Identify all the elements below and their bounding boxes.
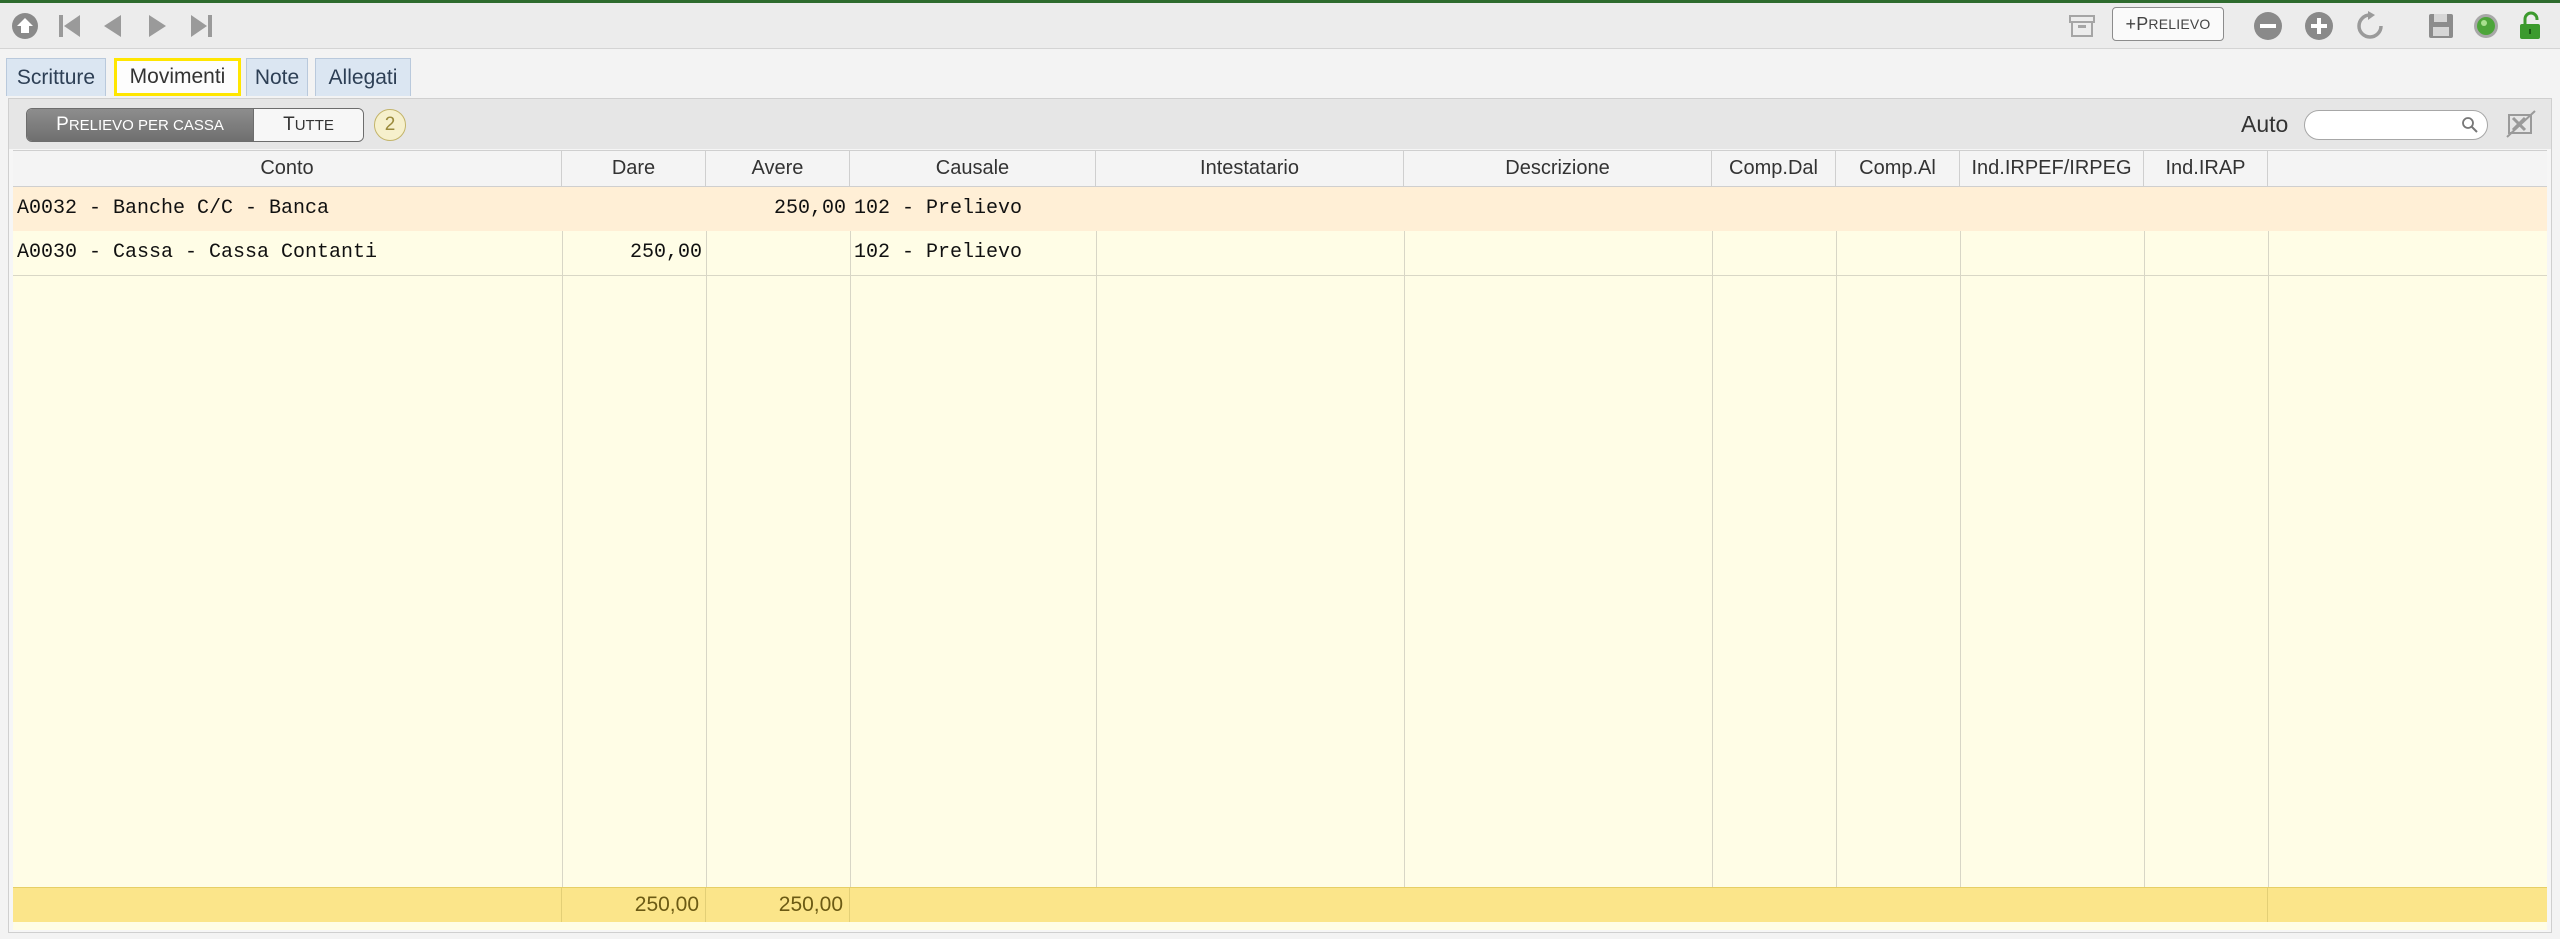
tab-scritture[interactable]: Scritture [6, 58, 106, 96]
add-prelievo-label-rest: RELIEVO [2148, 16, 2211, 32]
grid-header: Conto Dare Avere Causale Intestatario De… [13, 150, 2547, 187]
home-icon[interactable] [9, 10, 41, 42]
cell-causale: 102 - Prelievo [854, 197, 1023, 220]
column-divider [1712, 187, 1713, 887]
row-separator [13, 275, 2547, 276]
column-header-causale[interactable]: Causale [850, 151, 1096, 186]
totals-footer: 250,00 250,00 [13, 887, 2547, 922]
record-count-badge: 2 [374, 109, 406, 141]
cell-dare [562, 187, 706, 231]
refresh-icon[interactable] [2354, 10, 2386, 42]
filter-tutte-rest: UTTE [294, 116, 334, 134]
toolbar: + P RELIEVO [0, 3, 2560, 49]
column-divider [706, 187, 707, 887]
filter-prelievo-per-cassa[interactable]: P RELIEVO PER CASSA [27, 109, 254, 141]
movimenti-panel: P RELIEVO PER CASSA T UTTE 2 Auto Conto Da… [8, 98, 2552, 933]
cell-avere [706, 231, 850, 275]
unlock-icon[interactable] [2514, 10, 2546, 42]
search-field[interactable] [2304, 110, 2488, 140]
search-icon [2462, 117, 2478, 133]
filter-prelievo-rest: RELIEVO PER CASSA [68, 116, 224, 134]
column-header-ind-irpef-irpeg[interactable]: Ind.IRPEF/IRPEG [1960, 151, 2144, 186]
auto-label: Auto [2241, 111, 2289, 137]
add-prelievo-button[interactable]: + P RELIEVO [2112, 7, 2224, 41]
remove-icon[interactable] [2252, 10, 2284, 42]
total-avere: 250,00 [706, 888, 850, 922]
cell-dare: 250,00 [629, 241, 702, 264]
movimenti-grid: Conto Dare Avere Causale Intestatario De… [13, 150, 2547, 930]
table-row[interactable]: A0030 - Cassa - Cassa Contanti 250,00 10… [13, 231, 2547, 275]
add-icon[interactable] [2303, 10, 2335, 42]
column-header-comp-dal[interactable]: Comp.Dal [1712, 151, 1836, 186]
filter-prelievo-initial: P [56, 114, 69, 135]
column-divider [562, 187, 563, 887]
status-indicator-icon [2470, 10, 2502, 42]
cell-conto: A0030 - Cassa - Cassa Contanti [17, 241, 378, 264]
column-header-comp-al[interactable]: Comp.Al [1836, 151, 1960, 186]
last-record-icon[interactable] [185, 10, 217, 42]
add-prelievo-plus: + [2125, 13, 2137, 34]
column-divider [1960, 187, 1961, 887]
filter-tutte[interactable]: T UTTE [254, 109, 363, 141]
footer-spacer [13, 888, 562, 922]
table-row[interactable]: A0032 - Banche C/C - Banca 250,00 102 - … [13, 187, 2547, 231]
cell-conto: A0032 - Banche C/C - Banca [17, 197, 330, 220]
filter-segmented-control: P RELIEVO PER CASSA T UTTE [26, 108, 364, 142]
footer-spacer [850, 888, 2268, 922]
add-prelievo-label-initial: P [2136, 13, 2149, 34]
column-header-ind-irap[interactable]: Ind.IRAP [2144, 151, 2268, 186]
total-dare: 250,00 [562, 888, 706, 922]
column-header-conto[interactable]: Conto [13, 151, 562, 186]
cell-causale: 102 - Prelievo [854, 241, 1023, 264]
column-divider [2144, 187, 2145, 887]
column-header-descrizione[interactable]: Descrizione [1404, 151, 1712, 186]
filter-tutte-initial: T [283, 114, 295, 135]
tab-note[interactable]: Note [246, 58, 308, 96]
previous-record-icon[interactable] [97, 10, 129, 42]
cell-avere: 250,00 [773, 197, 846, 220]
tab-movimenti[interactable]: Movimenti [114, 58, 241, 96]
column-divider [2268, 187, 2269, 887]
column-divider [1096, 187, 1097, 887]
column-header-intestatario[interactable]: Intestatario [1096, 151, 1404, 186]
archive-icon[interactable] [2066, 10, 2098, 42]
save-icon[interactable] [2425, 10, 2457, 42]
column-divider [1836, 187, 1837, 887]
first-record-icon[interactable] [54, 10, 86, 42]
tab-bar: Scritture Movimenti Note Allegati [0, 58, 2560, 98]
search-input[interactable] [2317, 111, 2461, 139]
tab-allegati[interactable]: Allegati [315, 58, 411, 96]
column-divider [850, 187, 851, 887]
excel-export-disabled-icon[interactable] [2505, 109, 2537, 139]
next-record-icon[interactable] [141, 10, 173, 42]
column-header-dare[interactable]: Dare [562, 151, 706, 186]
filter-bar: P RELIEVO PER CASSA T UTTE 2 Auto [9, 99, 2551, 149]
column-header-avere[interactable]: Avere [706, 151, 850, 186]
column-divider [1404, 187, 1405, 887]
